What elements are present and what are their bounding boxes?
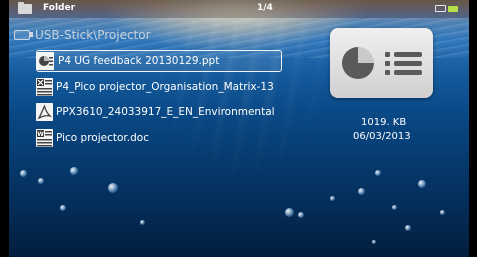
bubble <box>405 225 411 231</box>
page-indicator: 1/4 <box>257 3 273 13</box>
bubble <box>108 183 118 193</box>
list-bullet <box>385 70 390 75</box>
pdf-file-icon <box>36 103 53 121</box>
bubble <box>418 180 426 188</box>
file-size: 1019. KB <box>361 117 407 128</box>
xls-file-icon <box>36 78 53 96</box>
file-name: PPX3610_24033917_E_EN_Environmental <box>56 106 275 118</box>
file-list-item[interactable]: PPX3610_24033917_E_EN_Environmental <box>36 102 282 124</box>
bubble <box>70 167 78 175</box>
top-bar-title: Folder <box>43 3 76 13</box>
list-bullet <box>385 52 390 57</box>
left-border <box>0 0 9 257</box>
bubble <box>38 178 44 184</box>
list-bullet <box>385 61 390 66</box>
file-name: P4 UG feedback 20130129.ppt <box>58 55 220 67</box>
bubble <box>285 208 294 217</box>
bubble <box>440 210 445 215</box>
bubble <box>298 212 304 218</box>
current-path: USB-Stick\Projector <box>35 28 151 42</box>
bubble <box>60 205 66 211</box>
file-list-item[interactable]: P4 UG feedback 20130129.ppt <box>36 50 282 72</box>
presentation-preview-icon <box>330 28 433 98</box>
list-line <box>394 70 422 75</box>
bubble <box>20 170 27 177</box>
file-name: Pico projector.doc <box>56 132 149 144</box>
bubble <box>375 170 381 176</box>
bubble <box>330 196 335 201</box>
list-line <box>394 52 422 57</box>
bubble <box>372 240 376 244</box>
pie-glyph <box>342 47 374 79</box>
top-status-bar: Folder 1/4 <box>0 0 477 18</box>
right-border <box>469 0 477 257</box>
folder-icon <box>18 2 32 14</box>
bubble <box>358 188 365 195</box>
media-browser-screen: Folder 1/4 USB-Stick\Projector P4 UG fee… <box>0 0 477 257</box>
bubble <box>392 205 397 210</box>
doc-file-icon: W <box>36 129 53 147</box>
bubble <box>140 220 145 225</box>
usb-icon <box>14 30 33 40</box>
file-list-item[interactable]: W Pico projector.doc <box>36 128 282 150</box>
svg-text:W: W <box>37 131 44 138</box>
tv-icon <box>435 5 446 12</box>
file-list-item[interactable]: P4_Pico projector_Organisation_Matrix-13 <box>36 77 282 99</box>
list-line <box>394 61 422 66</box>
battery-icon <box>448 6 458 12</box>
ppt-file-icon <box>37 52 54 70</box>
file-name: P4_Pico projector_Organisation_Matrix-13 <box>56 81 274 93</box>
file-date: 06/03/2013 <box>353 131 411 142</box>
